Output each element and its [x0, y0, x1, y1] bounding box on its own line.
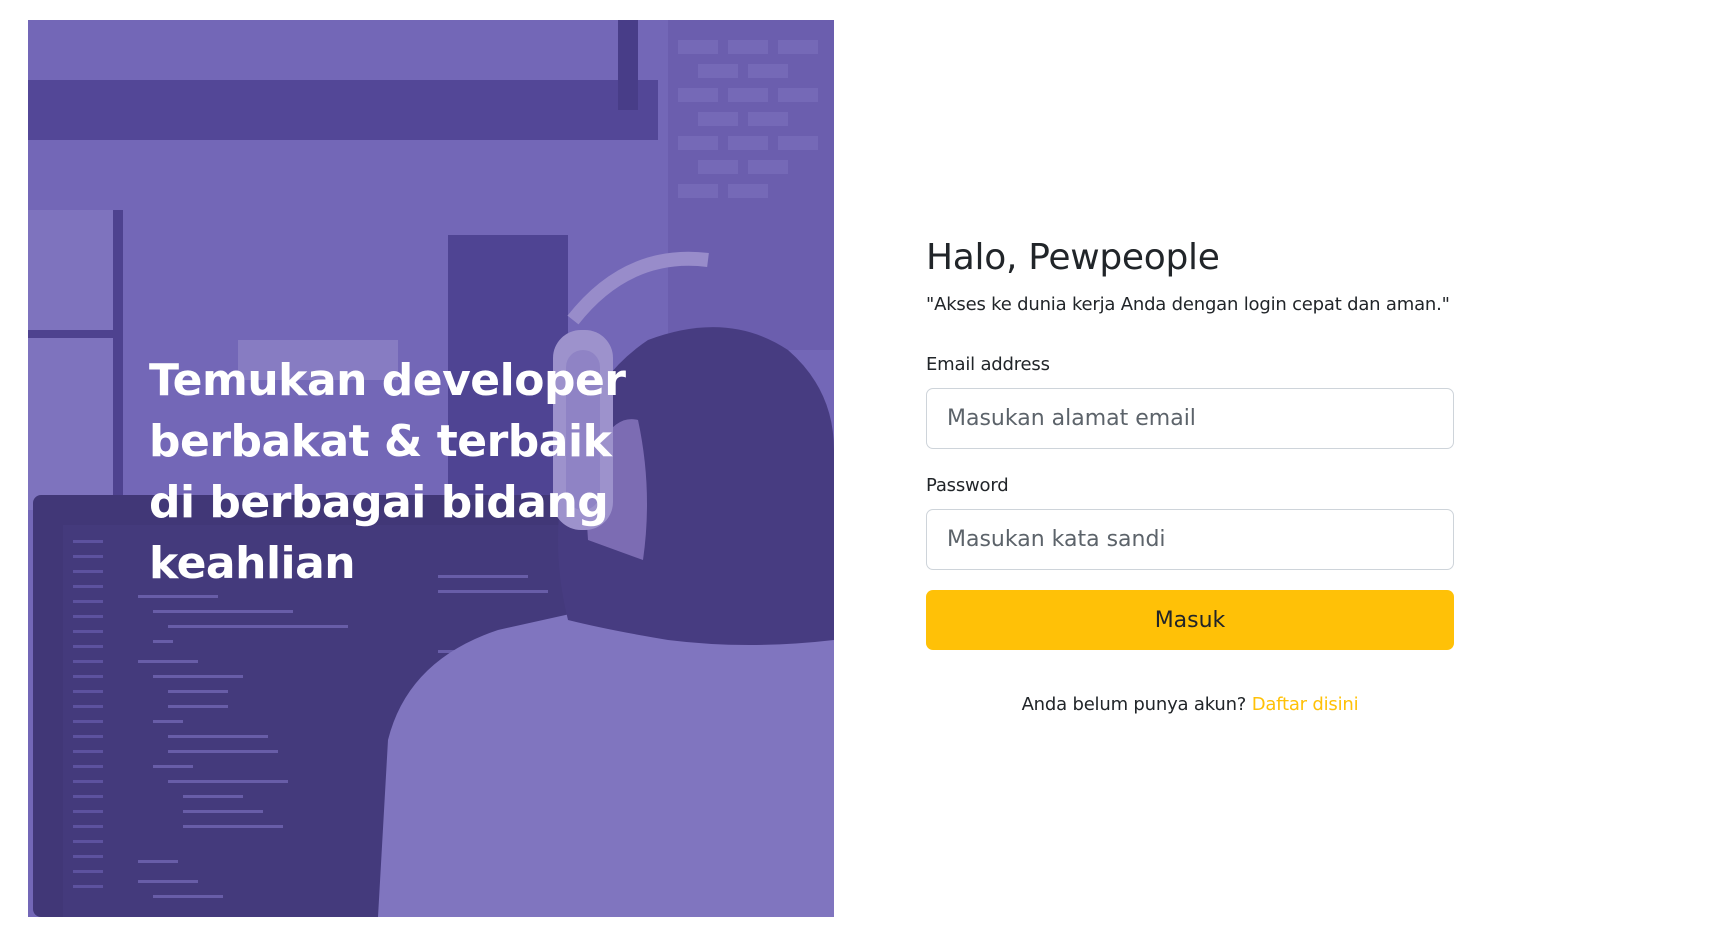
hero-panel: Temukan developer berbakat & terbaik di …	[28, 20, 834, 917]
login-title: Halo, Pewpeople	[926, 237, 1220, 278]
email-field[interactable]	[926, 388, 1454, 449]
password-label: Password	[926, 475, 1009, 496]
login-form: Halo, Pewpeople "Akses ke dunia kerja An…	[926, 230, 1454, 715]
hero-headline: Temukan developer berbakat & terbaik di …	[149, 355, 626, 589]
password-field[interactable]	[926, 509, 1454, 570]
email-label: Email address	[926, 354, 1050, 375]
signup-prompt-line: Anda belum punya akun? Daftar disini	[926, 694, 1454, 715]
signup-prompt-text: Anda belum punya akun?	[1021, 694, 1247, 715]
login-button[interactable]: Masuk	[926, 590, 1454, 650]
login-page: Temukan developer berbakat & terbaik di …	[0, 0, 1717, 928]
login-subtitle: "Akses ke dunia kerja Anda dengan login …	[926, 294, 1450, 315]
signup-link[interactable]: Daftar disini	[1252, 694, 1359, 715]
